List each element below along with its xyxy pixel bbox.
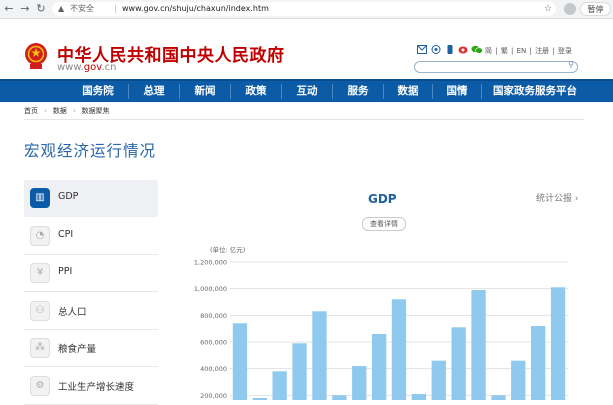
gdp-bar-chart: (单位: 亿元) 1,200,000 1,000,000 800,000 600,00… (194, 245, 568, 400)
menu-label: 工业生产增长速度 (58, 382, 135, 393)
y-tick-label: 800,000 (200, 312, 227, 320)
y-tick-label: 1,200,000 (194, 259, 227, 267)
gdp-bar[interactable] (352, 366, 367, 400)
gdp-bar[interactable] (451, 327, 466, 400)
nav-item-data[interactable]: 数据 (384, 81, 432, 102)
y-tick-label: 1,000,000 (194, 285, 227, 293)
menu-label: GDP (58, 191, 79, 202)
gdp-bar[interactable] (292, 343, 307, 400)
profile-avatar[interactable] (564, 3, 576, 15)
web-icon[interactable] (431, 45, 441, 54)
site-domain: www.gov.cn (57, 62, 117, 73)
menu-item-population[interactable]: ⚇ 总人口 (24, 293, 158, 330)
mail-icon[interactable] (417, 45, 427, 54)
gdp-bar[interactable] (471, 290, 486, 400)
national-emblem-icon (25, 43, 47, 69)
gdp-bar[interactable] (391, 299, 407, 400)
pause-button[interactable]: 暂停 (580, 2, 611, 16)
y-axis-unit: (单位: 亿元) (210, 245, 245, 254)
warning-icon: ▲ (58, 4, 65, 13)
gdp-bar[interactable] (531, 326, 546, 400)
gear-icon: ⚙ (30, 376, 50, 396)
gdp-bar[interactable] (431, 360, 446, 400)
yen-icon: ¥ (30, 263, 50, 283)
gdp-bar[interactable] (491, 395, 506, 400)
menu-label: 粮食产量 (58, 344, 97, 355)
section-title: 宏观经济运行情况 (24, 142, 157, 160)
nav-item-state-council[interactable]: 国务院 (68, 81, 128, 102)
menu-item-ppi[interactable]: ¥ PPI (24, 255, 158, 292)
nav-item-gov-service-platform[interactable]: 国家政务服务平台 (482, 81, 588, 102)
back-icon[interactable]: ← (2, 2, 16, 16)
reload-icon[interactable]: ↻ (34, 2, 48, 16)
lang-simplified-link[interactable]: 简 (485, 47, 492, 55)
chevron-right-icon: › (44, 107, 47, 115)
menu-label: PPI (58, 266, 73, 277)
search-input[interactable]: ⚲ (414, 60, 578, 73)
breadcrumb-home[interactable]: 首页 (24, 107, 38, 115)
gdp-bar[interactable] (272, 371, 287, 400)
nav-item-premier[interactable]: 总理 (129, 81, 179, 102)
top-links: 简 | 繁 | EN | 注册 | 登录 (485, 47, 572, 55)
nav-item-policy[interactable]: 政策 (231, 81, 281, 102)
breadcrumb-data[interactable]: 数据 (53, 107, 67, 115)
statistics-bulletin-link[interactable]: 统计公报 › (536, 191, 579, 204)
main-nav: 国务院 总理 新闻 政策 互动 服务 数据 国情 国家政务服务平台 (0, 79, 613, 102)
breadcrumb-data-focus[interactable]: 数据聚焦 (82, 107, 110, 115)
mobile-icon[interactable] (445, 45, 455, 54)
person-icon: ⚇ (30, 301, 50, 321)
view-details-button[interactable]: 查看详情 (362, 217, 406, 231)
weibo-icon[interactable] (458, 45, 468, 54)
menu-label: 总人口 (58, 307, 87, 318)
nav-item-national-conditions[interactable]: 国情 (433, 81, 481, 102)
gdp-bar[interactable] (312, 311, 327, 400)
address-bar[interactable]: ▲ 不安全 | www.gov.cn/shuju/chaxun/index.ht… (52, 2, 556, 16)
menu-item-cpi[interactable]: ◔ CPI (24, 218, 158, 255)
breadcrumb: 首页 › 数据 › 数据聚焦 (24, 106, 110, 116)
y-tick-label: 400,000 (200, 365, 227, 373)
lang-traditional-link[interactable]: 繁 (501, 47, 508, 55)
bar-chart-icon: ▥ (30, 188, 50, 208)
gdp-bar[interactable] (332, 395, 347, 400)
forward-icon[interactable]: → (18, 2, 32, 16)
chevron-right-icon: › (574, 194, 579, 204)
pie-chart-icon: ◔ (30, 226, 50, 246)
nav-item-services[interactable]: 服务 (333, 81, 383, 102)
gdp-bar[interactable] (372, 334, 387, 400)
register-link[interactable]: 注册 (535, 47, 549, 55)
menu-label: CPI (58, 229, 74, 240)
login-link[interactable]: 登录 (558, 47, 572, 55)
gdp-bar[interactable] (411, 394, 426, 400)
address-separator: | (114, 4, 117, 13)
grain-icon: ⁂ (30, 338, 50, 358)
gdp-bar[interactable] (550, 287, 566, 400)
bookmark-star-icon[interactable]: ☆ (544, 2, 552, 16)
search-icon[interactable]: ⚲ (568, 60, 574, 69)
gdp-bar[interactable] (232, 323, 248, 400)
chart-title: GDP (368, 192, 397, 206)
insecure-label: 不安全 (70, 4, 94, 13)
lang-english-link[interactable]: EN (517, 47, 527, 55)
menu-item-industrial-growth[interactable]: ⚙ 工业生产增长速度 (24, 368, 158, 405)
chevron-right-icon: › (72, 107, 76, 115)
divider (24, 119, 584, 120)
nav-item-interaction[interactable]: 互动 (282, 81, 332, 102)
url-text: www.gov.cn/shuju/chaxun/index.htm (122, 4, 269, 13)
menu-item-grain-output[interactable]: ⁂ 粮食产量 (24, 330, 158, 367)
y-tick-label: 600,000 (200, 339, 227, 347)
menu-item-gdp[interactable]: ▥ GDP (24, 180, 158, 217)
y-tick-label: 200,000 (200, 392, 227, 400)
gdp-bar[interactable] (511, 360, 526, 400)
nav-item-news[interactable]: 新闻 (180, 81, 230, 102)
wechat-icon[interactable] (471, 45, 483, 54)
